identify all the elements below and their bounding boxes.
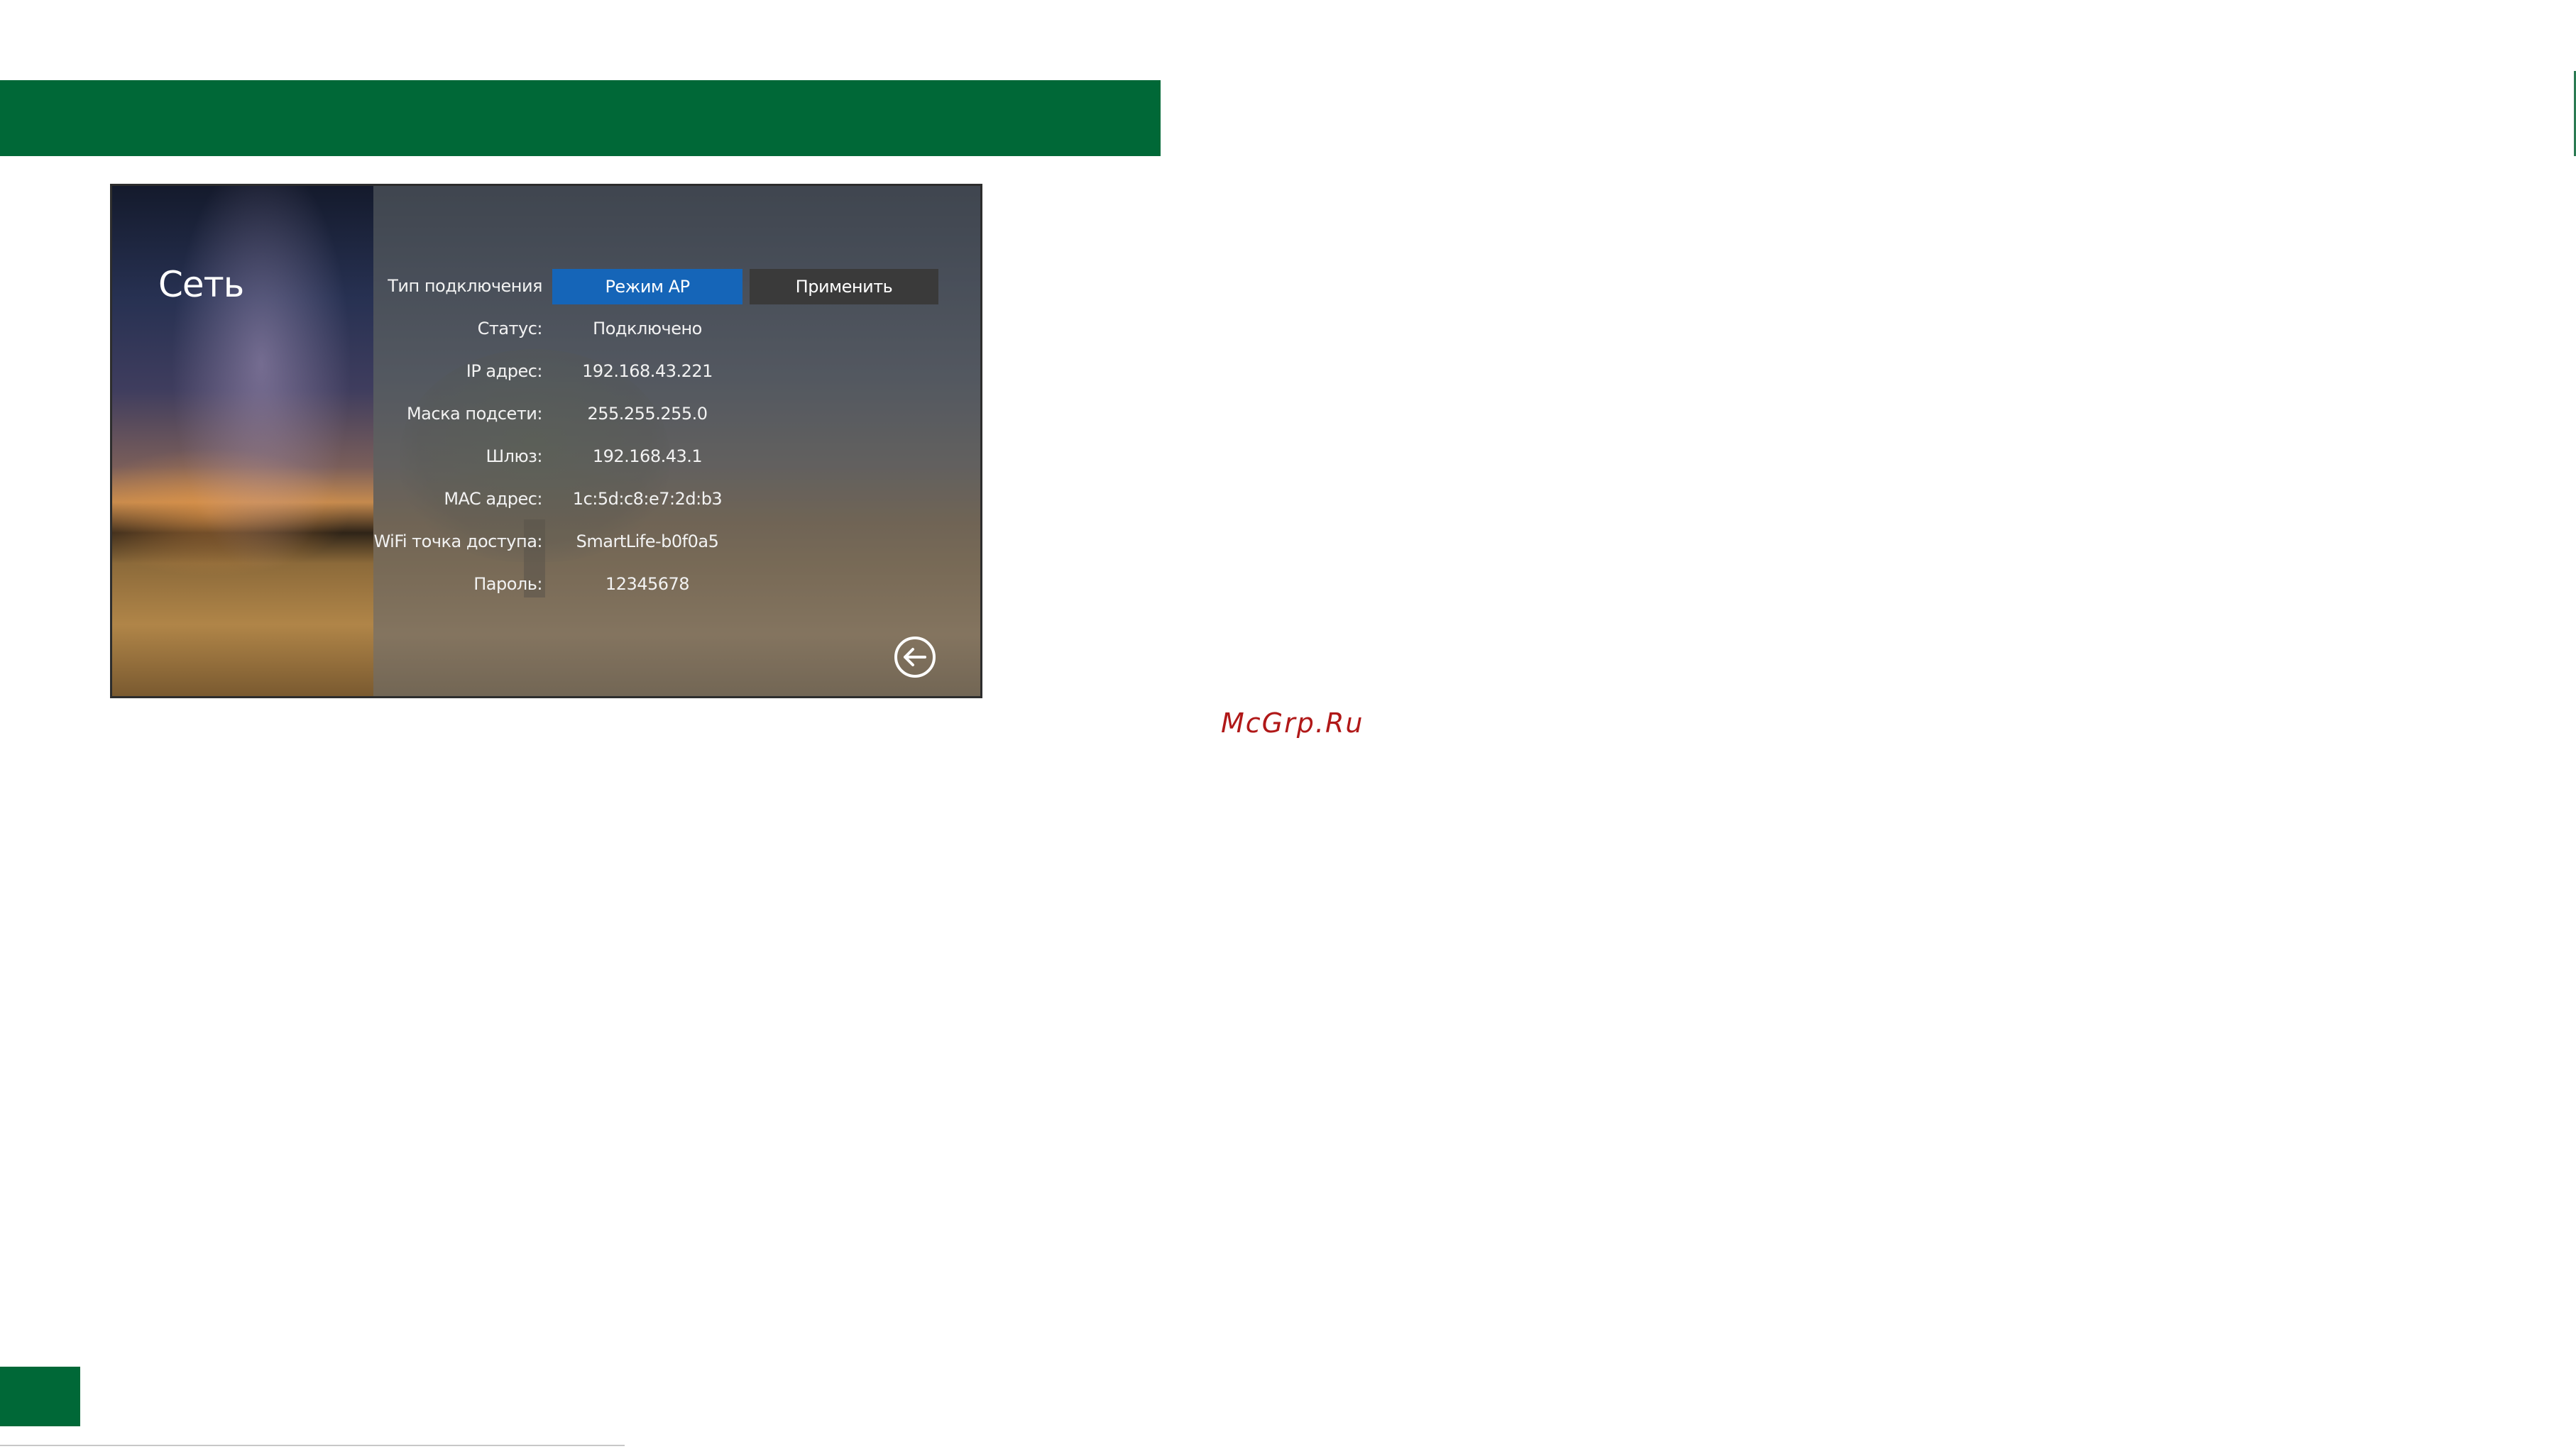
wifi-access-point-value: SmartLife-b0f0a5 (576, 531, 719, 551)
footer-line (0, 1445, 625, 1446)
ap-mode-button[interactable]: Режим AP (552, 269, 742, 304)
gateway-label: Шлюз: (486, 446, 542, 466)
wifi-access-point-label: WiFi точка доступа: (373, 531, 542, 551)
ip-address-label: IP адрес: (466, 361, 543, 381)
device-screen: Сеть Тип подключения Режим AP Применить … (110, 184, 982, 698)
subnet-mask-value: 255.255.255.0 (587, 404, 708, 424)
header-green-bar (0, 80, 1161, 156)
milky-way-panel (112, 186, 373, 696)
mac-address-label: MAC адрес: (444, 489, 542, 509)
status-label: Статус: (477, 319, 543, 338)
watermark-text: McGrp.Ru (1221, 707, 1364, 739)
password-value: 12345678 (605, 574, 690, 594)
screen-title: Сеть (158, 264, 244, 305)
page-number-block (0, 1367, 80, 1426)
subnet-mask-label: Маска подсети: (406, 404, 543, 424)
arrow-left-circle-icon[interactable] (893, 635, 937, 679)
gateway-value: 192.168.43.1 (592, 446, 703, 466)
apply-button[interactable]: Применить (750, 269, 938, 304)
ip-address-value: 192.168.43.221 (582, 361, 713, 381)
mac-address-value: 1c:5d:c8:e7:2d:b3 (572, 489, 723, 509)
connection-type-label: Тип подключения (388, 276, 542, 296)
status-value: Подключено (593, 319, 702, 338)
settings-overlay (373, 186, 980, 696)
password-label: Пароль: (473, 574, 542, 594)
